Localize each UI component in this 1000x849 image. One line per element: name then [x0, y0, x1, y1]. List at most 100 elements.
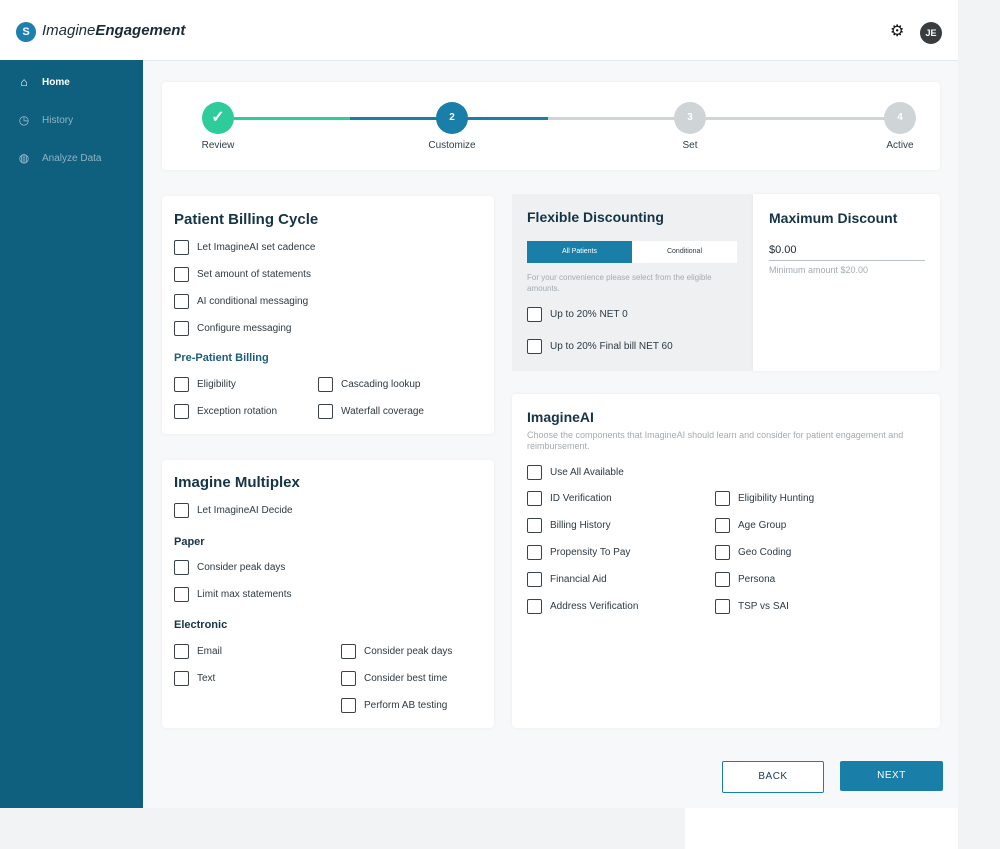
- checkbox-box[interactable]: [341, 671, 356, 686]
- checkbox-consider-best-time[interactable]: Consider best time: [341, 671, 447, 686]
- checkbox-box[interactable]: [527, 572, 542, 587]
- checkbox-box[interactable]: [318, 404, 333, 419]
- globe-icon: ◍: [18, 151, 30, 165]
- checkbox-box[interactable]: [174, 671, 189, 686]
- checkbox-tsp-vs-sai[interactable]: TSP vs SAI: [715, 599, 789, 614]
- checkbox-box[interactable]: [174, 294, 189, 309]
- checkbox-box[interactable]: [715, 545, 730, 560]
- checkbox-text[interactable]: Text: [174, 671, 215, 686]
- page-background-band: [685, 808, 958, 849]
- checkbox-box[interactable]: [527, 599, 542, 614]
- max-discount-input[interactable]: $0.00: [769, 244, 925, 261]
- step-review-check-icon[interactable]: ✓: [202, 102, 234, 134]
- checkbox-box[interactable]: [174, 267, 189, 282]
- checkbox-box[interactable]: [527, 307, 542, 322]
- checkbox-set-amount-statements[interactable]: Set amount of statements: [174, 267, 311, 282]
- checkbox-use-all-available[interactable]: Use All Available: [527, 465, 624, 480]
- checkbox-box[interactable]: [527, 491, 542, 506]
- checkbox-let-ai-decide[interactable]: Let ImagineAI Decide: [174, 503, 293, 518]
- tab-all-patients[interactable]: All Patients: [527, 241, 632, 263]
- billing-cycle-card: [162, 196, 494, 434]
- checkbox-exception-rotation[interactable]: Exception rotation: [174, 404, 277, 419]
- checkbox-electronic-consider-peak-days[interactable]: Consider peak days: [341, 644, 452, 659]
- brand-name: ImagineEngagement: [42, 22, 186, 39]
- checkbox-box[interactable]: [174, 321, 189, 336]
- checkbox-configure-messaging[interactable]: Configure messaging: [174, 321, 292, 336]
- checkbox-box[interactable]: [174, 560, 189, 575]
- step-customize-badge[interactable]: 2: [436, 102, 468, 134]
- checkbox-let-ai-set-cadence[interactable]: Let ImagineAI set cadence: [174, 240, 315, 255]
- checkbox-box[interactable]: [174, 503, 189, 518]
- checkbox-box[interactable]: [174, 644, 189, 659]
- discount-hint: For your convenience please select from …: [527, 273, 712, 293]
- avatar[interactable]: JE: [920, 22, 942, 44]
- home-icon: ⌂: [20, 75, 28, 89]
- checkbox-address-verification[interactable]: Address Verification: [527, 599, 638, 614]
- tab-conditional[interactable]: Conditional: [632, 241, 737, 263]
- checkbox-box[interactable]: [527, 545, 542, 560]
- checkbox-waterfall-coverage[interactable]: Waterfall coverage: [318, 404, 424, 419]
- checkbox-email[interactable]: Email: [174, 644, 222, 659]
- checkbox-up-to-20-final-bill-net-60[interactable]: Up to 20% Final bill NET 60: [527, 339, 673, 354]
- checkbox-limit-max-statements[interactable]: Limit max statements: [174, 587, 291, 602]
- sidebar-item-analyze-data[interactable]: ◍ Analyze Data: [16, 148, 102, 168]
- pre-patient-billing-title: Pre-Patient Billing: [174, 352, 269, 364]
- sidebar-item-home[interactable]: ⌂ Home: [16, 72, 70, 92]
- checkbox-box[interactable]: [174, 587, 189, 602]
- billing-cycle-title: Patient Billing Cycle: [174, 211, 319, 228]
- checkbox-perform-ab-testing[interactable]: Perform AB testing: [341, 698, 447, 713]
- gear-icon[interactable]: ⚙: [890, 24, 904, 40]
- checkbox-box[interactable]: [527, 465, 542, 480]
- back-button[interactable]: BACK: [722, 761, 824, 793]
- sidebar: ⌂ Home ◷ History ◍ Analyze Data: [0, 60, 143, 808]
- checkbox-id-verification[interactable]: ID Verification: [527, 491, 612, 506]
- checkbox-box[interactable]: [527, 339, 542, 354]
- checkbox-up-to-20-net-0[interactable]: Up to 20% NET 0: [527, 307, 628, 322]
- checkbox-geo-coding[interactable]: Geo Coding: [715, 545, 791, 560]
- clock-icon: ◷: [18, 113, 30, 127]
- flexible-discounting-title: Flexible Discounting: [527, 209, 664, 225]
- step-active-label: Active: [886, 140, 914, 151]
- checkbox-cascading-lookup[interactable]: Cascading lookup: [318, 377, 421, 392]
- app-window: S ImagineEngagement ⚙ JE ⌂ Home ◷ Histor…: [0, 0, 958, 808]
- checkbox-billing-history[interactable]: Billing History: [527, 518, 611, 533]
- top-bar: S ImagineEngagement ⚙ JE: [0, 0, 958, 61]
- checkbox-box[interactable]: [527, 518, 542, 533]
- checkbox-box[interactable]: [174, 377, 189, 392]
- checkbox-box[interactable]: [715, 599, 730, 614]
- sidebar-item-label: Home: [42, 76, 70, 88]
- checkbox-box[interactable]: [715, 491, 730, 506]
- brand-logo-icon: S: [16, 22, 36, 42]
- checkbox-box[interactable]: [341, 644, 356, 659]
- imagine-ai-description: Choose the components that ImagineAI sho…: [527, 430, 904, 451]
- checkbox-age-group[interactable]: Age Group: [715, 518, 786, 533]
- checkbox-box[interactable]: [341, 698, 356, 713]
- checkbox-box[interactable]: [318, 377, 333, 392]
- checkbox-propensity-to-pay[interactable]: Propensity To Pay: [527, 545, 630, 560]
- step-connector-complete: [218, 117, 350, 120]
- checkbox-box[interactable]: [715, 572, 730, 587]
- checkbox-box[interactable]: [715, 518, 730, 533]
- checkbox-persona[interactable]: Persona: [715, 572, 775, 587]
- max-discount-note: Minimum amount $20.00: [769, 265, 869, 275]
- progress-stepper: [162, 82, 940, 170]
- step-connector-upcoming: [548, 117, 900, 120]
- step-set-badge[interactable]: 3: [674, 102, 706, 134]
- step-active-badge[interactable]: 4: [884, 102, 916, 134]
- sidebar-item-label: History: [42, 114, 74, 126]
- checkbox-box[interactable]: [174, 240, 189, 255]
- checkbox-ai-conditional-messaging[interactable]: AI conditional messaging: [174, 294, 308, 309]
- electronic-section-title: Electronic: [174, 619, 228, 631]
- step-review-label: Review: [201, 140, 235, 151]
- checkbox-eligibility[interactable]: Eligibility: [174, 377, 236, 392]
- checkbox-paper-consider-peak-days[interactable]: Consider peak days: [174, 560, 285, 575]
- checkbox-box[interactable]: [174, 404, 189, 419]
- imagine-ai-title: ImagineAI: [527, 409, 594, 425]
- step-set-label: Set: [682, 140, 698, 151]
- checkbox-eligibility-hunting[interactable]: Eligibility Hunting: [715, 491, 814, 506]
- step-customize-label: Customize: [428, 140, 476, 151]
- sidebar-item-history[interactable]: ◷ History: [16, 110, 73, 130]
- checkbox-financial-aid[interactable]: Financial Aid: [527, 572, 607, 587]
- next-button[interactable]: NEXT: [840, 761, 943, 791]
- paper-section-title: Paper: [174, 536, 205, 548]
